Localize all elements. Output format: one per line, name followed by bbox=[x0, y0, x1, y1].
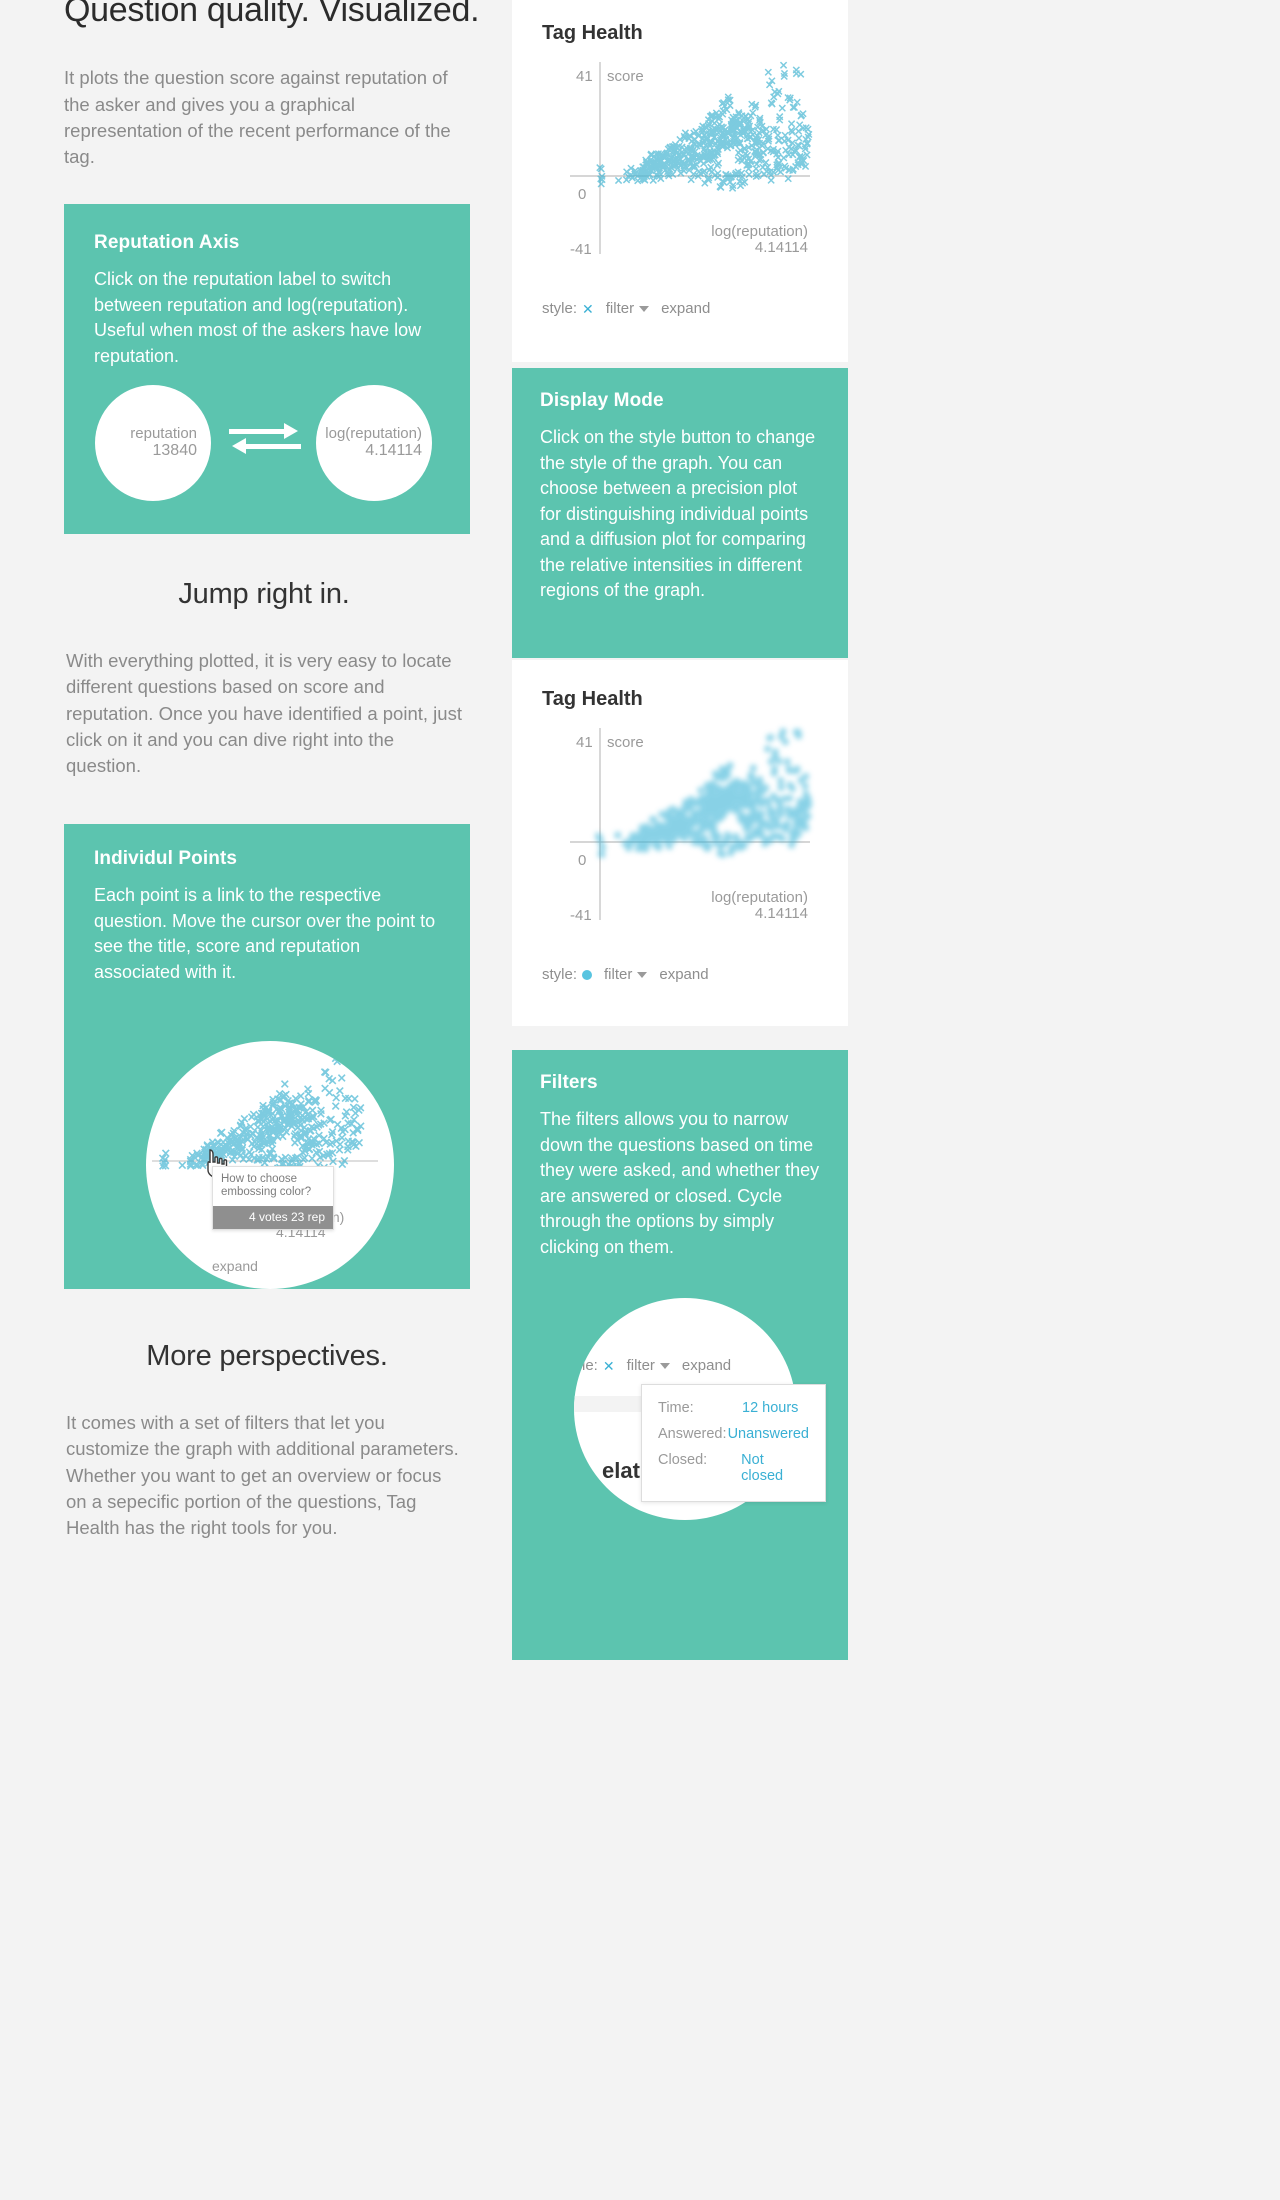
more-section-title: More perspectives. bbox=[146, 1340, 388, 1372]
filter-label: filter bbox=[626, 1357, 655, 1374]
filter-dropdown[interactable]: Time: 12 hours Answered: Unanswered Clos… bbox=[641, 1384, 826, 1502]
style-label: le: bbox=[582, 1357, 598, 1374]
reputation-axis-card-title: Reputation Axis bbox=[94, 232, 240, 253]
style-control[interactable]: le: ✕ bbox=[582, 1357, 615, 1374]
display-mode-card: Display Mode Click on the style button t… bbox=[512, 368, 848, 658]
swap-arrows-icon bbox=[229, 420, 305, 460]
filter-control[interactable]: filter bbox=[604, 966, 648, 983]
reputation-axis-card: Reputation Axis Click on the reputation … bbox=[64, 204, 470, 534]
filter-label: filter bbox=[605, 300, 635, 317]
filter-row-key: Time: bbox=[658, 1400, 694, 1416]
style-label: style: bbox=[542, 300, 578, 317]
style-control[interactable]: style: ✕ bbox=[542, 300, 594, 317]
chevron-down-icon[interactable] bbox=[639, 305, 650, 312]
y-axis-min-label: -41 bbox=[570, 241, 592, 258]
x-axis-title: log(reputation) bbox=[711, 223, 808, 240]
filters-circle-toolbar: le: ✕ filter expand bbox=[582, 1357, 731, 1374]
question-tooltip-title: How to choose embossing color? bbox=[221, 1173, 312, 1199]
filter-row-value[interactable]: Unanswered bbox=[728, 1426, 809, 1442]
filters-card: Filters The filters allows you to narrow… bbox=[512, 1050, 848, 1660]
filter-row-time[interactable]: Time: 12 hours bbox=[658, 1395, 809, 1421]
question-tooltip-meta: 4 votes 23 rep bbox=[213, 1206, 333, 1230]
expand-control[interactable]: expand bbox=[661, 300, 710, 317]
left-column: Question quality. Visualized. It plots t… bbox=[64, 0, 484, 170]
mini-plot-expand: expand bbox=[212, 1258, 258, 1274]
reputation-axis-card-body: Click on the reputation label to switch … bbox=[94, 269, 422, 366]
expand-control[interactable]: expand bbox=[659, 966, 708, 983]
y-axis-title: score bbox=[607, 734, 644, 751]
jump-section-body: With everything plotted, it is very easy… bbox=[66, 650, 462, 777]
hero-lead-text: It plots the question score against repu… bbox=[64, 67, 451, 168]
y-axis-min-label: -41 bbox=[570, 907, 592, 924]
reputation-circle-label: reputation bbox=[130, 425, 197, 443]
filter-row-answered[interactable]: Answered: Unanswered bbox=[658, 1421, 809, 1447]
log-reputation-circle-value: 4.14114 bbox=[365, 442, 422, 460]
x-axis-max-label: 4.14114 bbox=[755, 905, 808, 922]
individual-points-card-title: Individul Points bbox=[94, 848, 238, 869]
style-label: style: bbox=[542, 966, 578, 983]
dot-mark-icon[interactable] bbox=[582, 969, 593, 980]
display-mode-card-title: Display Mode bbox=[540, 390, 664, 411]
filter-row-value[interactable]: Not closed bbox=[741, 1452, 809, 1484]
precision-scatter-plot[interactable]: 41 0 -41 score log(reputation) 4.14114 bbox=[542, 54, 832, 269]
reputation-circle-value: 13840 bbox=[152, 442, 198, 460]
filter-row-key: Answered: bbox=[658, 1426, 727, 1442]
filter-row-value[interactable]: 12 hours bbox=[742, 1400, 798, 1416]
landing-page: Question quality. Visualized. It plots t… bbox=[0, 0, 1280, 2200]
x-axis-title: log(reputation) bbox=[711, 889, 808, 906]
y-axis-title: score bbox=[607, 68, 644, 85]
filters-card-title: Filters bbox=[540, 1072, 598, 1093]
x-mark-icon[interactable]: ✕ bbox=[603, 1359, 615, 1373]
y-axis-max-label: 41 bbox=[576, 68, 593, 85]
style-control[interactable]: style: bbox=[542, 966, 593, 983]
filters-circle-behind-text: elat bbox=[602, 1458, 640, 1483]
page-title: Question quality. Visualized. bbox=[64, 0, 480, 29]
chevron-down-icon[interactable] bbox=[637, 971, 648, 978]
more-section-body: It comes with a set of filters that let … bbox=[66, 1412, 459, 1539]
reputation-circle[interactable]: reputation 13840 bbox=[95, 385, 211, 501]
filter-control[interactable]: filter bbox=[605, 300, 650, 317]
expand-control[interactable]: expand bbox=[682, 1357, 731, 1374]
y-axis-max-label: 41 bbox=[576, 734, 593, 751]
y-axis-zero-label: 0 bbox=[578, 186, 586, 203]
jump-section-title: Jump right in. bbox=[178, 578, 350, 610]
filters-card-body: The filters allows you to narrow down th… bbox=[540, 1109, 820, 1257]
filter-row-closed[interactable]: Closed: Not closed bbox=[658, 1447, 809, 1489]
x-mark-icon[interactable]: ✕ bbox=[582, 302, 594, 316]
x-axis-max-label: 4.14114 bbox=[755, 239, 808, 256]
diffusion-chart-toolbar: style: filter expand bbox=[542, 966, 709, 983]
log-reputation-circle-label: log(reputation) bbox=[325, 425, 422, 443]
filter-control[interactable]: filter bbox=[627, 1357, 670, 1374]
filter-label: filter bbox=[604, 966, 633, 983]
mini-scatter-plot: log(reputation) 4.14114 expand bbox=[152, 1048, 378, 1274]
chevron-down-icon[interactable] bbox=[659, 1362, 670, 1369]
diffusion-chart-card: Tag Health 41 0 -41 score log(reputation… bbox=[512, 660, 848, 1026]
y-axis-zero-label: 0 bbox=[578, 852, 586, 869]
display-mode-card-body: Click on the style button to change the … bbox=[540, 427, 816, 601]
precision-chart-card: Tag Health 41 0 -41 score log(reputation… bbox=[512, 0, 848, 362]
precision-chart-title: Tag Health bbox=[542, 22, 643, 44]
diffusion-chart-title: Tag Health bbox=[542, 688, 643, 710]
log-reputation-circle[interactable]: log(reputation) 4.14114 bbox=[316, 385, 432, 501]
diffusion-scatter-plot[interactable]: 41 0 -41 score log(reputation) 4.14114 bbox=[542, 720, 832, 935]
filter-row-key: Closed: bbox=[658, 1452, 708, 1468]
question-tooltip: How to choose embossing color? 4 votes 2… bbox=[212, 1166, 334, 1231]
individual-points-preview-circle: log(reputation) 4.14114 expand How to ch… bbox=[146, 1041, 394, 1289]
individual-points-card: Individul Points Each point is a link to… bbox=[64, 824, 470, 1289]
precision-chart-toolbar: style: ✕ filter expand bbox=[542, 300, 710, 317]
individual-points-card-body: Each point is a link to the respective q… bbox=[94, 885, 436, 982]
